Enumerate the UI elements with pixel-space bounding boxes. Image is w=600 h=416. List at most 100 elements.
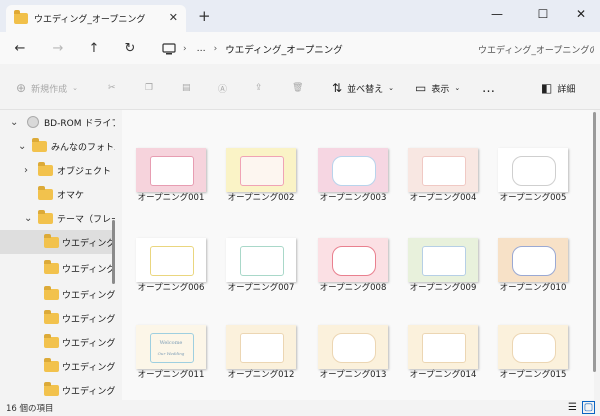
thumbnail-frame	[512, 333, 556, 363]
close-window-button[interactable]: ✕	[561, 2, 600, 26]
file-name: オープニング014	[409, 370, 477, 380]
file-thumbnail	[226, 148, 296, 192]
content-scrollbar[interactable]	[593, 112, 596, 372]
new-tab-button[interactable]: +	[198, 7, 211, 25]
chevron-down-icon[interactable]: ⌄	[24, 213, 32, 224]
thumbnail-frame	[332, 333, 376, 363]
tree-item-folder[interactable]: ⌄ テーマ（フレー	[0, 206, 115, 230]
thumbnail-text: Our Wedding	[157, 351, 185, 356]
status-bar	[0, 400, 600, 416]
file-thumbnail	[136, 148, 206, 192]
file-thumbnail	[498, 325, 568, 369]
new-icon: ⊕	[16, 81, 27, 95]
tab-active[interactable]: ウエディング_オープニング ✕	[6, 5, 186, 32]
tree-item-label: ウエディング_	[62, 338, 115, 349]
sidebar-scrollbar[interactable]	[112, 220, 115, 284]
item-count: 16 個の項目	[6, 404, 54, 414]
tree-item-bd-rom-drive[interactable]: ⌄ BD-ROM ドライブ	[0, 110, 115, 134]
thumbnail-frame	[240, 156, 284, 186]
thumbnail-frame	[422, 246, 466, 276]
thumbnail-text: Welcome	[159, 340, 183, 346]
chevron-down-icon[interactable]: ⌄	[18, 141, 26, 152]
view-icon: ▭	[415, 81, 427, 95]
details-label: 詳細	[557, 84, 576, 95]
thumbnail-frame	[240, 333, 284, 363]
file-name: オープニング009	[409, 283, 477, 293]
file-name: オープニング013	[319, 370, 387, 380]
tree-item-folder[interactable]: ⌄ みんなのフォトム	[0, 134, 115, 158]
file-thumbnail	[136, 238, 206, 282]
thumbnail-frame	[150, 333, 194, 363]
tree-item-folder[interactable]: ウエディング_	[0, 282, 115, 306]
tree-item-folder[interactable]: ウエディング_	[0, 330, 115, 354]
close-tab-icon[interactable]: ✕	[169, 11, 178, 24]
tree-item-folder[interactable]: › オブジェクト	[0, 158, 115, 182]
details-button[interactable]: ◧ 詳細	[541, 78, 575, 98]
tree-item-label: ウエディング_	[62, 264, 115, 275]
large-icons-view-icon[interactable]: ▢	[582, 401, 595, 414]
tree-item-folder-selected[interactable]: ウエディング_	[0, 230, 115, 254]
refresh-button[interactable]: ↻	[116, 32, 144, 64]
breadcrumb-separator: ›	[183, 44, 187, 54]
file-name: オープニング015	[499, 370, 567, 380]
file-name: オープニング005	[499, 193, 567, 203]
breadcrumb-more[interactable]: …	[197, 44, 206, 54]
search-input[interactable]: ウエディング_オープニングの検	[478, 40, 594, 58]
minimize-button[interactable]: —	[477, 2, 517, 26]
tree-item-label: みんなのフォトム	[51, 142, 115, 153]
disc-icon	[27, 116, 39, 128]
tree-item-folder[interactable]: ウエディング_	[0, 354, 115, 378]
thumbnail-frame	[512, 156, 556, 186]
thumbnail-frame	[422, 156, 466, 186]
file-name: オープニング001	[137, 193, 205, 203]
forward-button[interactable]: →	[44, 32, 72, 64]
chevron-right-icon[interactable]: ›	[24, 165, 28, 176]
folder-icon	[44, 260, 59, 274]
navigation-pane: ⌄ BD-ROM ドライブ ⌄ みんなのフォトム › オブジェクト オマケ ⌄ …	[0, 110, 115, 400]
thumbnail-frame	[422, 333, 466, 363]
paste-icon[interactable]: ▤	[182, 78, 191, 98]
delete-icon[interactable]: 🗑	[292, 78, 303, 98]
tree-item-folder[interactable]: オマケ	[0, 182, 115, 206]
file-name: オープニング006	[137, 283, 205, 293]
tree-item-label: ウエディング_	[62, 290, 115, 301]
folder-icon	[44, 286, 59, 300]
details-view-icon[interactable]: ☰	[566, 401, 579, 414]
back-button[interactable]: ←	[6, 32, 34, 64]
tree-item-label: テーマ（フレー	[57, 214, 115, 225]
file-name: オープニング012	[227, 370, 295, 380]
folder-icon	[14, 10, 28, 24]
file-thumbnail	[408, 238, 478, 282]
new-button[interactable]: ⊕ 新規作成 ⌄	[16, 78, 78, 98]
file-name: オープニング007	[227, 283, 295, 293]
sort-icon: ⇅	[332, 81, 343, 95]
details-pane-icon: ◧	[541, 81, 553, 95]
file-name: オープニング010	[499, 283, 567, 293]
breadcrumb-separator: ›	[213, 44, 218, 54]
view-label: 表示	[431, 84, 450, 95]
sort-button[interactable]: ⇅ 並べ替え ⌄	[332, 78, 394, 98]
share-icon[interactable]: ⇪	[255, 78, 263, 98]
rename-icon[interactable]: Ⓐ	[218, 78, 227, 98]
view-button[interactable]: ▭ 表示 ⌄	[415, 78, 460, 98]
maximize-button[interactable]: ☐	[523, 2, 563, 26]
address-current-folder[interactable]: ウエディング_オープニング	[225, 42, 343, 56]
tree-item-folder[interactable]: ウエディング_	[0, 256, 115, 280]
tree-item-label: ウエディング_	[62, 238, 115, 249]
cut-icon[interactable]: ✂	[108, 78, 116, 98]
up-button[interactable]: ↑	[80, 32, 108, 64]
file-thumbnail	[226, 238, 296, 282]
tree-item-folder[interactable]: ウエディング_	[0, 306, 115, 330]
folder-icon	[44, 310, 59, 324]
address-bar[interactable]: › … › ウエディング_オープニング	[160, 40, 468, 58]
copy-icon[interactable]: ❐	[145, 78, 153, 98]
new-label: 新規作成	[31, 84, 68, 95]
thumbnail-frame	[150, 246, 194, 276]
tree-item-label: ウエディング_	[62, 386, 115, 397]
more-options-button[interactable]: …	[482, 78, 495, 98]
file-name: オープニング011	[137, 370, 205, 380]
tree-item-folder[interactable]: ウエディング_	[0, 378, 115, 400]
sort-label: 並べ替え	[347, 84, 384, 95]
chevron-down-icon[interactable]: ⌄	[10, 117, 18, 128]
folder-icon	[32, 138, 47, 152]
